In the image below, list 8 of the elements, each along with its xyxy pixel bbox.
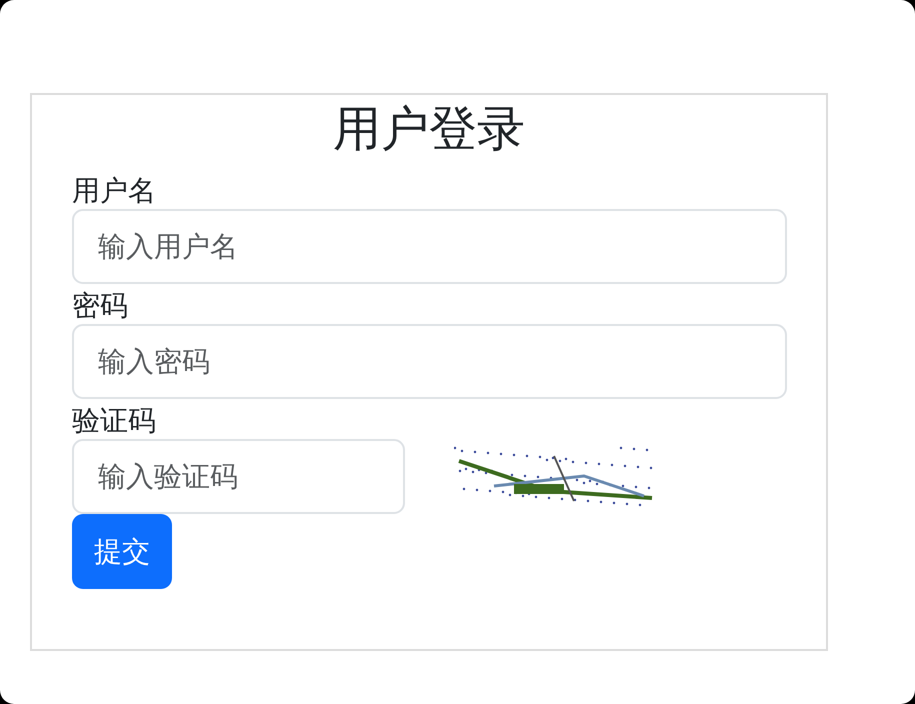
field-label: 验证码 bbox=[72, 405, 156, 437]
field-label: 用户名 bbox=[72, 175, 156, 207]
submit-button[interactable]: 提交 bbox=[72, 514, 172, 589]
field-label: 密码 bbox=[72, 290, 128, 322]
login-title: 用户登录 bbox=[332, 101, 526, 157]
text-input[interactable]: 输入用户名 bbox=[72, 209, 787, 284]
text-input[interactable]: 输入密码 bbox=[72, 324, 787, 399]
captcha-input[interactable]: 输入验证码 bbox=[72, 439, 405, 514]
